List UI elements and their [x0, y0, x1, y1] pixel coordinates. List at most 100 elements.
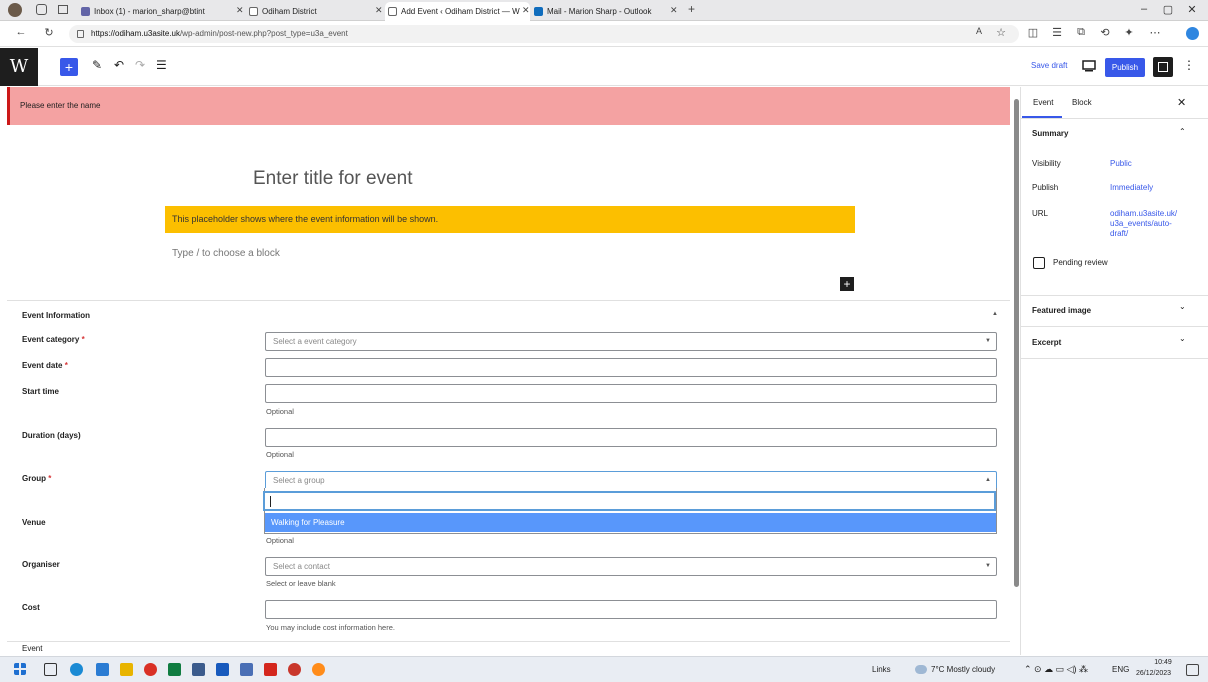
extensions-icon[interactable]: ✦: [1122, 26, 1136, 39]
chevron-down-icon: ▼: [985, 338, 991, 344]
editor-scrollbar[interactable]: [1013, 87, 1020, 635]
url-link[interactable]: odiham.u3asite.uk/ u3a_events/auto- draf…: [1110, 209, 1177, 239]
outlook-icon: [534, 7, 543, 16]
group-label: Group *: [22, 474, 52, 483]
excel-icon[interactable]: [168, 663, 181, 676]
close-window-button[interactable]: ✕: [1182, 3, 1202, 16]
back-icon[interactable]: ←: [14, 26, 28, 38]
mail-icon: [81, 7, 90, 16]
visibility-link[interactable]: Public: [1110, 159, 1132, 169]
lock-icon: [77, 30, 84, 38]
close-tab-icon[interactable]: ✕: [522, 5, 530, 16]
event-date-label: Event date *: [22, 361, 68, 370]
links-toolbar[interactable]: Links: [872, 665, 891, 674]
group-search-input[interactable]: [264, 492, 995, 510]
tab-event[interactable]: Event: [1033, 98, 1053, 107]
chevron-down-icon[interactable]: ⌄: [1179, 302, 1186, 311]
url-field[interactable]: https://odiham.u3asite.uk/wp-admin/post-…: [69, 25, 1019, 43]
acrobat-icon[interactable]: [264, 663, 277, 676]
read-aloud-icon[interactable]: A: [972, 26, 986, 36]
close-icon[interactable]: ✕: [1177, 96, 1186, 109]
organiser-select[interactable]: Select a contact ▼: [265, 557, 997, 576]
group-option[interactable]: Walking for Pleasure: [265, 513, 996, 532]
publish-button[interactable]: Publish: [1105, 58, 1145, 77]
chevron-down-icon: ▼: [985, 563, 991, 569]
publish-label: Publish: [1032, 183, 1059, 192]
chevron-down-icon[interactable]: ⌄: [1179, 334, 1186, 343]
event-info-placeholder-block[interactable]: This placeholder shows where the event i…: [165, 206, 855, 233]
refresh-icon[interactable]: ↻: [42, 26, 56, 39]
file-explorer-icon[interactable]: [120, 663, 133, 676]
panel-collapse-icon[interactable]: ▲: [992, 311, 998, 317]
close-tab-icon[interactable]: ✕: [670, 5, 678, 16]
tab-outlook[interactable]: Mail - Marion Sharp - Outlook: [531, 2, 679, 21]
summary-panel-toggle[interactable]: Summary: [1032, 129, 1068, 138]
block-appender[interactable]: Type / to choose a block: [172, 248, 280, 259]
featured-image-panel-toggle[interactable]: Featured image: [1032, 306, 1091, 315]
workspaces-icon[interactable]: [36, 4, 47, 15]
options-menu-icon[interactable]: ⋮: [1183, 58, 1195, 72]
app-icon[interactable]: [288, 663, 301, 676]
duration-input[interactable]: [265, 428, 997, 447]
favorite-star-icon[interactable]: ☆: [994, 26, 1008, 39]
clock-time[interactable]: 10:49: [1143, 659, 1183, 666]
profile-avatar[interactable]: [8, 3, 22, 17]
favorites-icon[interactable]: ☰: [1050, 26, 1064, 39]
history-icon[interactable]: ⟲: [1098, 26, 1112, 39]
undo-icon[interactable]: ↶: [114, 58, 124, 72]
list-view-icon[interactable]: ☰: [156, 58, 167, 72]
save-draft-button[interactable]: Save draft: [1031, 61, 1067, 70]
store-icon[interactable]: [96, 663, 109, 676]
venue-label: Venue: [22, 518, 46, 527]
more-browser-icon[interactable]: ⋯: [1148, 26, 1162, 39]
task-view-icon[interactable]: [44, 663, 57, 676]
url-label: URL: [1032, 209, 1049, 218]
tab-add-event[interactable]: Add Event ‹ Odiham District — W: [385, 2, 530, 21]
copilot-icon[interactable]: [1186, 27, 1199, 40]
cost-input[interactable]: [265, 600, 997, 619]
maximize-button[interactable]: ▢: [1158, 3, 1178, 16]
language-indicator[interactable]: ENG: [1112, 665, 1129, 674]
redo-icon[interactable]: ↷: [135, 58, 145, 72]
tab-inbox[interactable]: Inbox (1) - marion_sharp@btint: [78, 2, 233, 21]
new-tab-button[interactable]: +: [688, 2, 695, 16]
start-time-input[interactable]: [265, 384, 997, 403]
wordpress-logo-icon[interactable]: W: [0, 48, 38, 86]
tab-block[interactable]: Block: [1072, 98, 1092, 107]
event-category-select[interactable]: Select a event category ▼: [265, 332, 997, 351]
firefox-icon[interactable]: [312, 663, 325, 676]
photos-icon[interactable]: [192, 663, 205, 676]
chevron-up-icon[interactable]: ⌃: [1179, 127, 1186, 136]
sidebar-scrollbar[interactable]: [1199, 87, 1206, 635]
edge-icon[interactable]: [70, 663, 83, 676]
excerpt-panel-toggle[interactable]: Excerpt: [1032, 338, 1061, 347]
add-block-button[interactable]: +: [60, 58, 78, 76]
settings-sidebar: Event Block ✕ Summary ⌃ Visibility Publi…: [1020, 87, 1208, 655]
clock-date[interactable]: 26/12/2023: [1136, 670, 1171, 677]
notification-icon[interactable]: [1186, 664, 1199, 676]
publish-date-link[interactable]: Immediately: [1110, 183, 1153, 193]
breadcrumb[interactable]: Event: [7, 641, 1010, 655]
word-icon[interactable]: [216, 663, 229, 676]
chrome-icon[interactable]: [144, 663, 157, 676]
tray-icons[interactable]: ⌃ ⊙ ☁ ▭ ◁) ⁂: [1024, 664, 1088, 675]
close-tab-icon[interactable]: ✕: [236, 5, 244, 16]
minimize-button[interactable]: –: [1134, 3, 1154, 15]
weather-widget[interactable]: 7°C Mostly cloudy: [931, 665, 995, 674]
windows-taskbar: Links 7°C Mostly cloudy ⌃ ⊙ ☁ ▭ ◁) ⁂ ENG…: [0, 656, 1208, 682]
pencil-icon[interactable]: ✎: [92, 58, 102, 72]
settings-toggle-icon[interactable]: [1153, 57, 1173, 77]
split-screen-icon[interactable]: ◫: [1026, 26, 1040, 39]
event-title-input[interactable]: Enter title for event: [253, 168, 412, 190]
pending-review-checkbox[interactable]: [1033, 257, 1045, 269]
close-tab-icon[interactable]: ✕: [375, 5, 383, 16]
start-icon[interactable]: [14, 663, 26, 675]
mail-app-icon[interactable]: [240, 663, 253, 676]
tab-odiham[interactable]: Odiham District: [246, 2, 376, 21]
event-category-label: Event category *: [22, 335, 85, 344]
collections-icon[interactable]: ⧉: [1074, 26, 1088, 39]
tab-actions-icon[interactable]: [58, 5, 68, 14]
inline-inserter-button[interactable]: +: [840, 277, 854, 291]
preview-icon[interactable]: [1082, 60, 1096, 72]
event-date-input[interactable]: [265, 358, 997, 377]
